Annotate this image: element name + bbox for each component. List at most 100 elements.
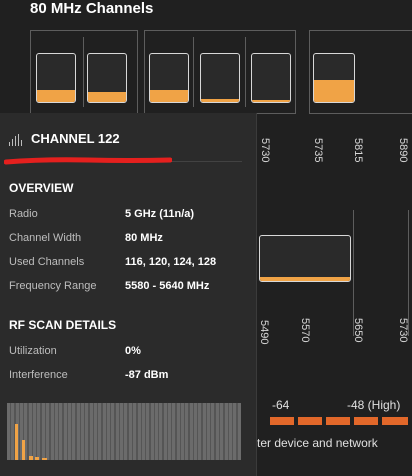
radio-value: 5 GHz (11n/a) xyxy=(125,208,195,220)
spectrum-column xyxy=(163,403,167,460)
spectrum-column xyxy=(50,403,54,460)
spectrum-column xyxy=(128,403,132,460)
channel-bar[interactable] xyxy=(36,53,76,103)
spectrum-column xyxy=(111,403,115,460)
spectrum-peak xyxy=(35,457,39,460)
spectrum-column xyxy=(11,403,15,460)
spectrum-column xyxy=(154,403,158,460)
spectrum-peak xyxy=(22,440,25,460)
legend-segment xyxy=(270,417,294,425)
spectrum-column xyxy=(150,403,154,460)
spectrum-column xyxy=(41,403,45,460)
spectrum-column xyxy=(7,403,10,460)
utilization-value: 0% xyxy=(125,345,141,357)
frequency-range-label: Frequency Range xyxy=(9,280,97,292)
frequency-label: 5730 xyxy=(259,138,271,163)
spectrum-column xyxy=(80,403,84,460)
used-channels-label: Used Channels xyxy=(9,256,85,268)
spectrum-column xyxy=(172,403,176,460)
spectrum-column xyxy=(59,403,63,460)
spectrum-column xyxy=(94,403,97,460)
spectrum-column xyxy=(89,403,93,460)
radio-label: Radio xyxy=(9,208,38,220)
spectrum-column xyxy=(85,403,89,460)
spectrum-column xyxy=(133,403,137,460)
frequency-label: 5735 xyxy=(312,138,324,163)
spectrum-column xyxy=(198,403,202,460)
spectrum-graph xyxy=(7,403,241,460)
legend-segment xyxy=(298,417,322,425)
legend-segment xyxy=(382,417,408,425)
spectrum-peak xyxy=(42,458,47,460)
legend-segment xyxy=(354,417,378,425)
frequency-label: 5490 xyxy=(258,320,270,345)
spectrum-column xyxy=(124,403,128,460)
spectrum-column xyxy=(185,403,189,460)
spectrum-column xyxy=(237,403,241,460)
utilization-fill xyxy=(150,90,188,102)
spectrum-column xyxy=(228,403,232,460)
channel-tooltip: CHANNEL 122 OVERVIEW Radio 5 GHz (11n/a)… xyxy=(0,113,257,476)
spectrum-column xyxy=(194,403,198,460)
utilization-fill xyxy=(88,92,126,102)
legend-mid-label: -64 xyxy=(272,398,290,412)
legend-segment xyxy=(326,417,350,425)
spectrum-column xyxy=(115,403,119,460)
spectrum-column xyxy=(141,403,145,460)
section-title: 80 MHz Channels xyxy=(30,0,154,17)
spectrum-column xyxy=(72,403,76,460)
spectrum-column xyxy=(233,403,237,460)
interference-value: -87 dBm xyxy=(125,369,169,381)
spectrum-column xyxy=(176,403,180,460)
spectrum-peak xyxy=(15,424,18,460)
utilization-fill xyxy=(201,99,239,102)
spectrum-column xyxy=(189,403,193,460)
frequency-label: 5730 xyxy=(397,318,409,343)
utilization-fill xyxy=(314,80,354,102)
utilization-label: Utilization xyxy=(9,345,57,357)
frequency-label: 5890 xyxy=(397,138,409,163)
spectrum-column xyxy=(67,403,71,460)
spectrum-column xyxy=(215,403,219,460)
frequency-label: 5650 xyxy=(352,318,364,343)
legend-high-label: -48 (High) xyxy=(347,398,401,412)
spectrum-column xyxy=(76,403,80,460)
spectrum-column xyxy=(33,403,37,460)
overview-heading: OVERVIEW xyxy=(9,181,74,195)
rf-scan-heading: RF SCAN DETAILS xyxy=(9,318,117,332)
spectrum-column xyxy=(120,403,124,460)
channel-bar[interactable] xyxy=(149,53,189,103)
frequency-range-value: 5580 - 5640 MHz xyxy=(125,280,210,292)
spectrum-column xyxy=(220,403,224,460)
frequency-label: 5570 xyxy=(299,318,311,343)
spectrum-column xyxy=(107,403,111,460)
tooltip-title: CHANNEL 122 xyxy=(31,131,120,146)
channel-bar[interactable] xyxy=(87,53,127,103)
spectrum-column xyxy=(137,403,141,460)
channel-bar[interactable] xyxy=(313,53,355,103)
spectrum-peak xyxy=(29,456,33,460)
channel-bar[interactable] xyxy=(200,53,240,103)
spectrum-column xyxy=(146,403,150,460)
selected-channel-bar[interactable] xyxy=(259,235,351,282)
channel-width-value: 80 MHz xyxy=(125,232,163,244)
spectrum-column xyxy=(181,403,184,460)
spectrum-column xyxy=(207,403,211,460)
channel-width-label: Channel Width xyxy=(9,232,82,244)
spectrum-column xyxy=(98,403,102,460)
utilization-fill xyxy=(252,99,290,102)
spectrum-column xyxy=(46,403,50,460)
spectrum-column xyxy=(211,403,215,460)
interference-label: Interference xyxy=(9,369,68,381)
spectrum-column xyxy=(28,403,32,460)
spectrum-column xyxy=(63,403,67,460)
spectrum-column xyxy=(167,403,171,460)
annotation-underline xyxy=(4,157,172,165)
frequency-label: 5815 xyxy=(352,138,364,163)
utilization-fill xyxy=(260,276,350,281)
channel-bar[interactable] xyxy=(251,53,291,103)
spectrum-column xyxy=(37,403,41,460)
used-channels-value: 116, 120, 124, 128 xyxy=(125,256,217,268)
spectrum-column xyxy=(54,403,58,460)
spectrum-column xyxy=(159,403,163,460)
